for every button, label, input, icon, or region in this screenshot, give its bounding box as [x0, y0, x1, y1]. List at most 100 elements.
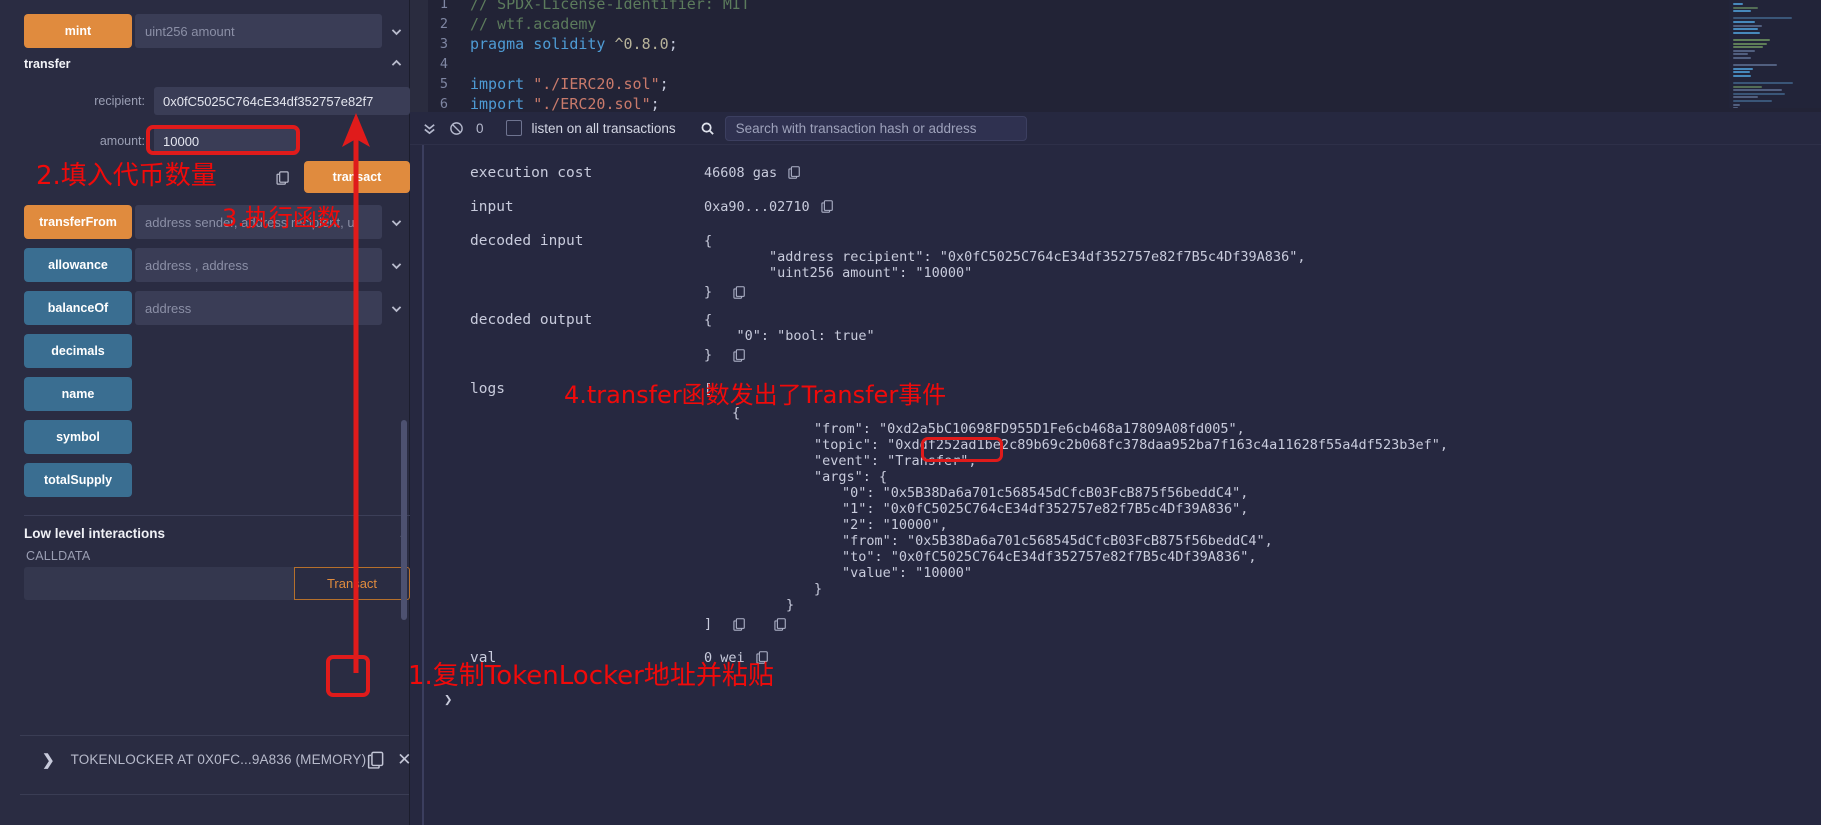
chevron-down-icon-mint[interactable] — [382, 14, 410, 48]
search-icon[interactable] — [700, 121, 715, 136]
function-button-allowance[interactable]: allowance — [24, 248, 132, 282]
function-row-transferFrom: transferFrom — [24, 205, 410, 239]
contract-functions-list: mint transfer recipient: — [24, 14, 410, 600]
function-block-transfer: transfer recipient: amount: — [24, 53, 410, 193]
panel-inner: mint transfer recipient: — [10, 0, 411, 825]
copy-icon-execution-cost[interactable] — [787, 165, 801, 181]
code-line-1: 1 // SPDX-License-Identifier: MIT — [428, 0, 750, 14]
label-logs: logs — [470, 381, 505, 397]
chevron-down-icon-allowance[interactable] — [382, 248, 410, 282]
chevron-up-icon-transfer[interactable] — [382, 57, 410, 70]
logs-line-event: "event": "Transfer", — [814, 453, 977, 469]
line-number-2: 2 — [439, 16, 448, 32]
function-input-transferFrom[interactable] — [135, 205, 382, 239]
chevron-down-icon-balanceOf[interactable] — [382, 291, 410, 325]
decoded-input-close: } — [704, 284, 713, 300]
minimap-line — [1733, 107, 1739, 108]
code-line-4: 4 — [428, 54, 750, 74]
copy-icon-decoded-input[interactable] — [732, 285, 746, 299]
remix-ide-window: mint transfer recipient: — [0, 0, 1821, 825]
function-row-allowance: allowance — [24, 248, 410, 282]
copy-icon-logs-a[interactable] — [732, 617, 746, 631]
minimap-line — [1733, 56, 1752, 59]
chevron-right-icon-deployed[interactable]: ❯ — [42, 751, 55, 769]
pending-transaction-count: 0 — [476, 120, 484, 136]
function-button-balanceOf[interactable]: balanceOf — [24, 291, 132, 325]
label-decoded-input: decoded input — [470, 233, 584, 249]
function-row-mint: mint — [24, 14, 410, 48]
function-button-name[interactable]: name — [24, 377, 132, 411]
logs-args-close: } — [814, 581, 823, 597]
minimap-line — [1733, 67, 1754, 70]
logs-open: [ — [704, 381, 713, 397]
arg-row-recipient: recipient: — [24, 87, 410, 115]
minimap-line — [1733, 85, 1762, 88]
chevron-down-icon-transferFrom[interactable] — [382, 205, 410, 239]
logs-line-args: "args": { — [814, 469, 888, 485]
label-input: input — [470, 199, 514, 215]
row-logs: logs [ { "from": "0xd2a5bC10698FD955D1Fe… — [422, 381, 1821, 632]
calldata-input[interactable] — [24, 567, 294, 600]
function-title-transfer: transfer — [24, 57, 71, 71]
logs-line-from: "from": "0xd2a5bC10698FD955D1Fe6cb468a17… — [814, 421, 1245, 437]
transfer-action-row: transact — [24, 161, 410, 193]
code-line-2: 2 // wtf.academy — [428, 14, 750, 34]
line-text-2: // wtf.academy — [470, 15, 597, 33]
ban-icon-clear-console[interactable] — [449, 121, 464, 136]
minimap-line — [1733, 89, 1782, 92]
function-input-mint[interactable] — [135, 14, 382, 48]
code-line-3: 3 pragma solidity ^0.8.0; — [428, 34, 750, 54]
deployed-contract-label: TOKENLOCKER AT 0X0FC...9A836 (MEMORY) — [70, 752, 367, 767]
function-button-mint[interactable]: mint — [24, 14, 132, 48]
copy-icon-deployed-address[interactable] — [366, 743, 385, 777]
deployed-contract-row: ❯ TOKENLOCKER AT 0X0FC...9A836 (MEMORY) … — [20, 735, 411, 783]
deploy-and-run-panel: mint transfer recipient: — [0, 0, 411, 825]
minimap-line — [1733, 82, 1794, 85]
minimap-line — [1733, 49, 1755, 52]
copy-icon-val[interactable] — [755, 650, 769, 666]
code-line-6: 6 import "./ERC20.sol"; — [428, 94, 750, 112]
logs-close: ] — [704, 616, 713, 632]
left-panel-scrollbar[interactable] — [401, 420, 407, 620]
logs-arg-2: "2": "10000", — [842, 517, 948, 533]
terminal-search-input[interactable] — [724, 115, 1027, 141]
function-input-allowance[interactable] — [135, 248, 382, 282]
logs-arg-to: "to": "0x0fC5025C764cE34df352757e82f7B5c… — [842, 549, 1257, 565]
terminal-toolbar: 0 listen on all transactions — [410, 112, 1821, 145]
function-row-decimals: decimals — [24, 334, 410, 368]
minimap-line — [1733, 100, 1772, 103]
minimap-line — [1733, 17, 1792, 20]
minimap-line — [1733, 31, 1760, 34]
editor-minimap[interactable] — [1729, 0, 1821, 108]
chevrons-down-icon[interactable] — [422, 121, 437, 136]
function-button-totalSupply[interactable]: totalSupply — [24, 463, 132, 497]
row-execution-cost: execution cost 46608 gas — [422, 165, 1821, 181]
copy-icon-decoded-output[interactable] — [732, 348, 746, 362]
copy-icon-input[interactable] — [820, 199, 834, 215]
logs-line-topic: "topic": "0xddf252ad1be2c89b69c2b068fc37… — [814, 437, 1448, 453]
line-number-5: 5 — [439, 76, 448, 92]
minimap-line — [1733, 10, 1752, 13]
line-number-4: 4 — [439, 56, 448, 72]
transact-button-transfer[interactable]: transact — [304, 161, 410, 193]
minimap-line — [1733, 71, 1750, 74]
copy-icon-transfer-calldata[interactable] — [275, 170, 290, 185]
minimap-line — [1733, 38, 1770, 41]
function-button-decimals[interactable]: decimals — [24, 334, 132, 368]
recipient-input[interactable] — [154, 87, 410, 115]
decoded-input-line-1: "uint256 amount": "10000" — [704, 265, 973, 281]
amount-input[interactable] — [154, 127, 298, 155]
listen-on-all-transactions-checkbox[interactable] — [505, 120, 522, 136]
function-button-symbol[interactable]: symbol — [24, 420, 132, 454]
row-decoded-input: decoded input { "address recipient": "0x… — [422, 233, 1821, 300]
code-line-5: 5 import "./IERC20.sol"; — [428, 74, 750, 94]
logs-arg-0: "0": "0x5B38Da6a701c568545dCfcB03FcB875f… — [842, 485, 1249, 501]
low-level-transact-button[interactable]: Transact — [294, 567, 410, 600]
function-button-transferFrom[interactable]: transferFrom — [24, 205, 132, 239]
copy-icon-logs-b[interactable] — [773, 617, 787, 631]
label-execution-cost: execution cost — [470, 165, 593, 181]
function-input-balanceOf[interactable] — [135, 291, 382, 325]
minimap-line — [1733, 74, 1752, 77]
editor-code[interactable]: 1 // SPDX-License-Identifier: MIT 2 // wtf.… — [428, 0, 750, 112]
logs-arg-value: "value": "10000" — [842, 565, 973, 581]
